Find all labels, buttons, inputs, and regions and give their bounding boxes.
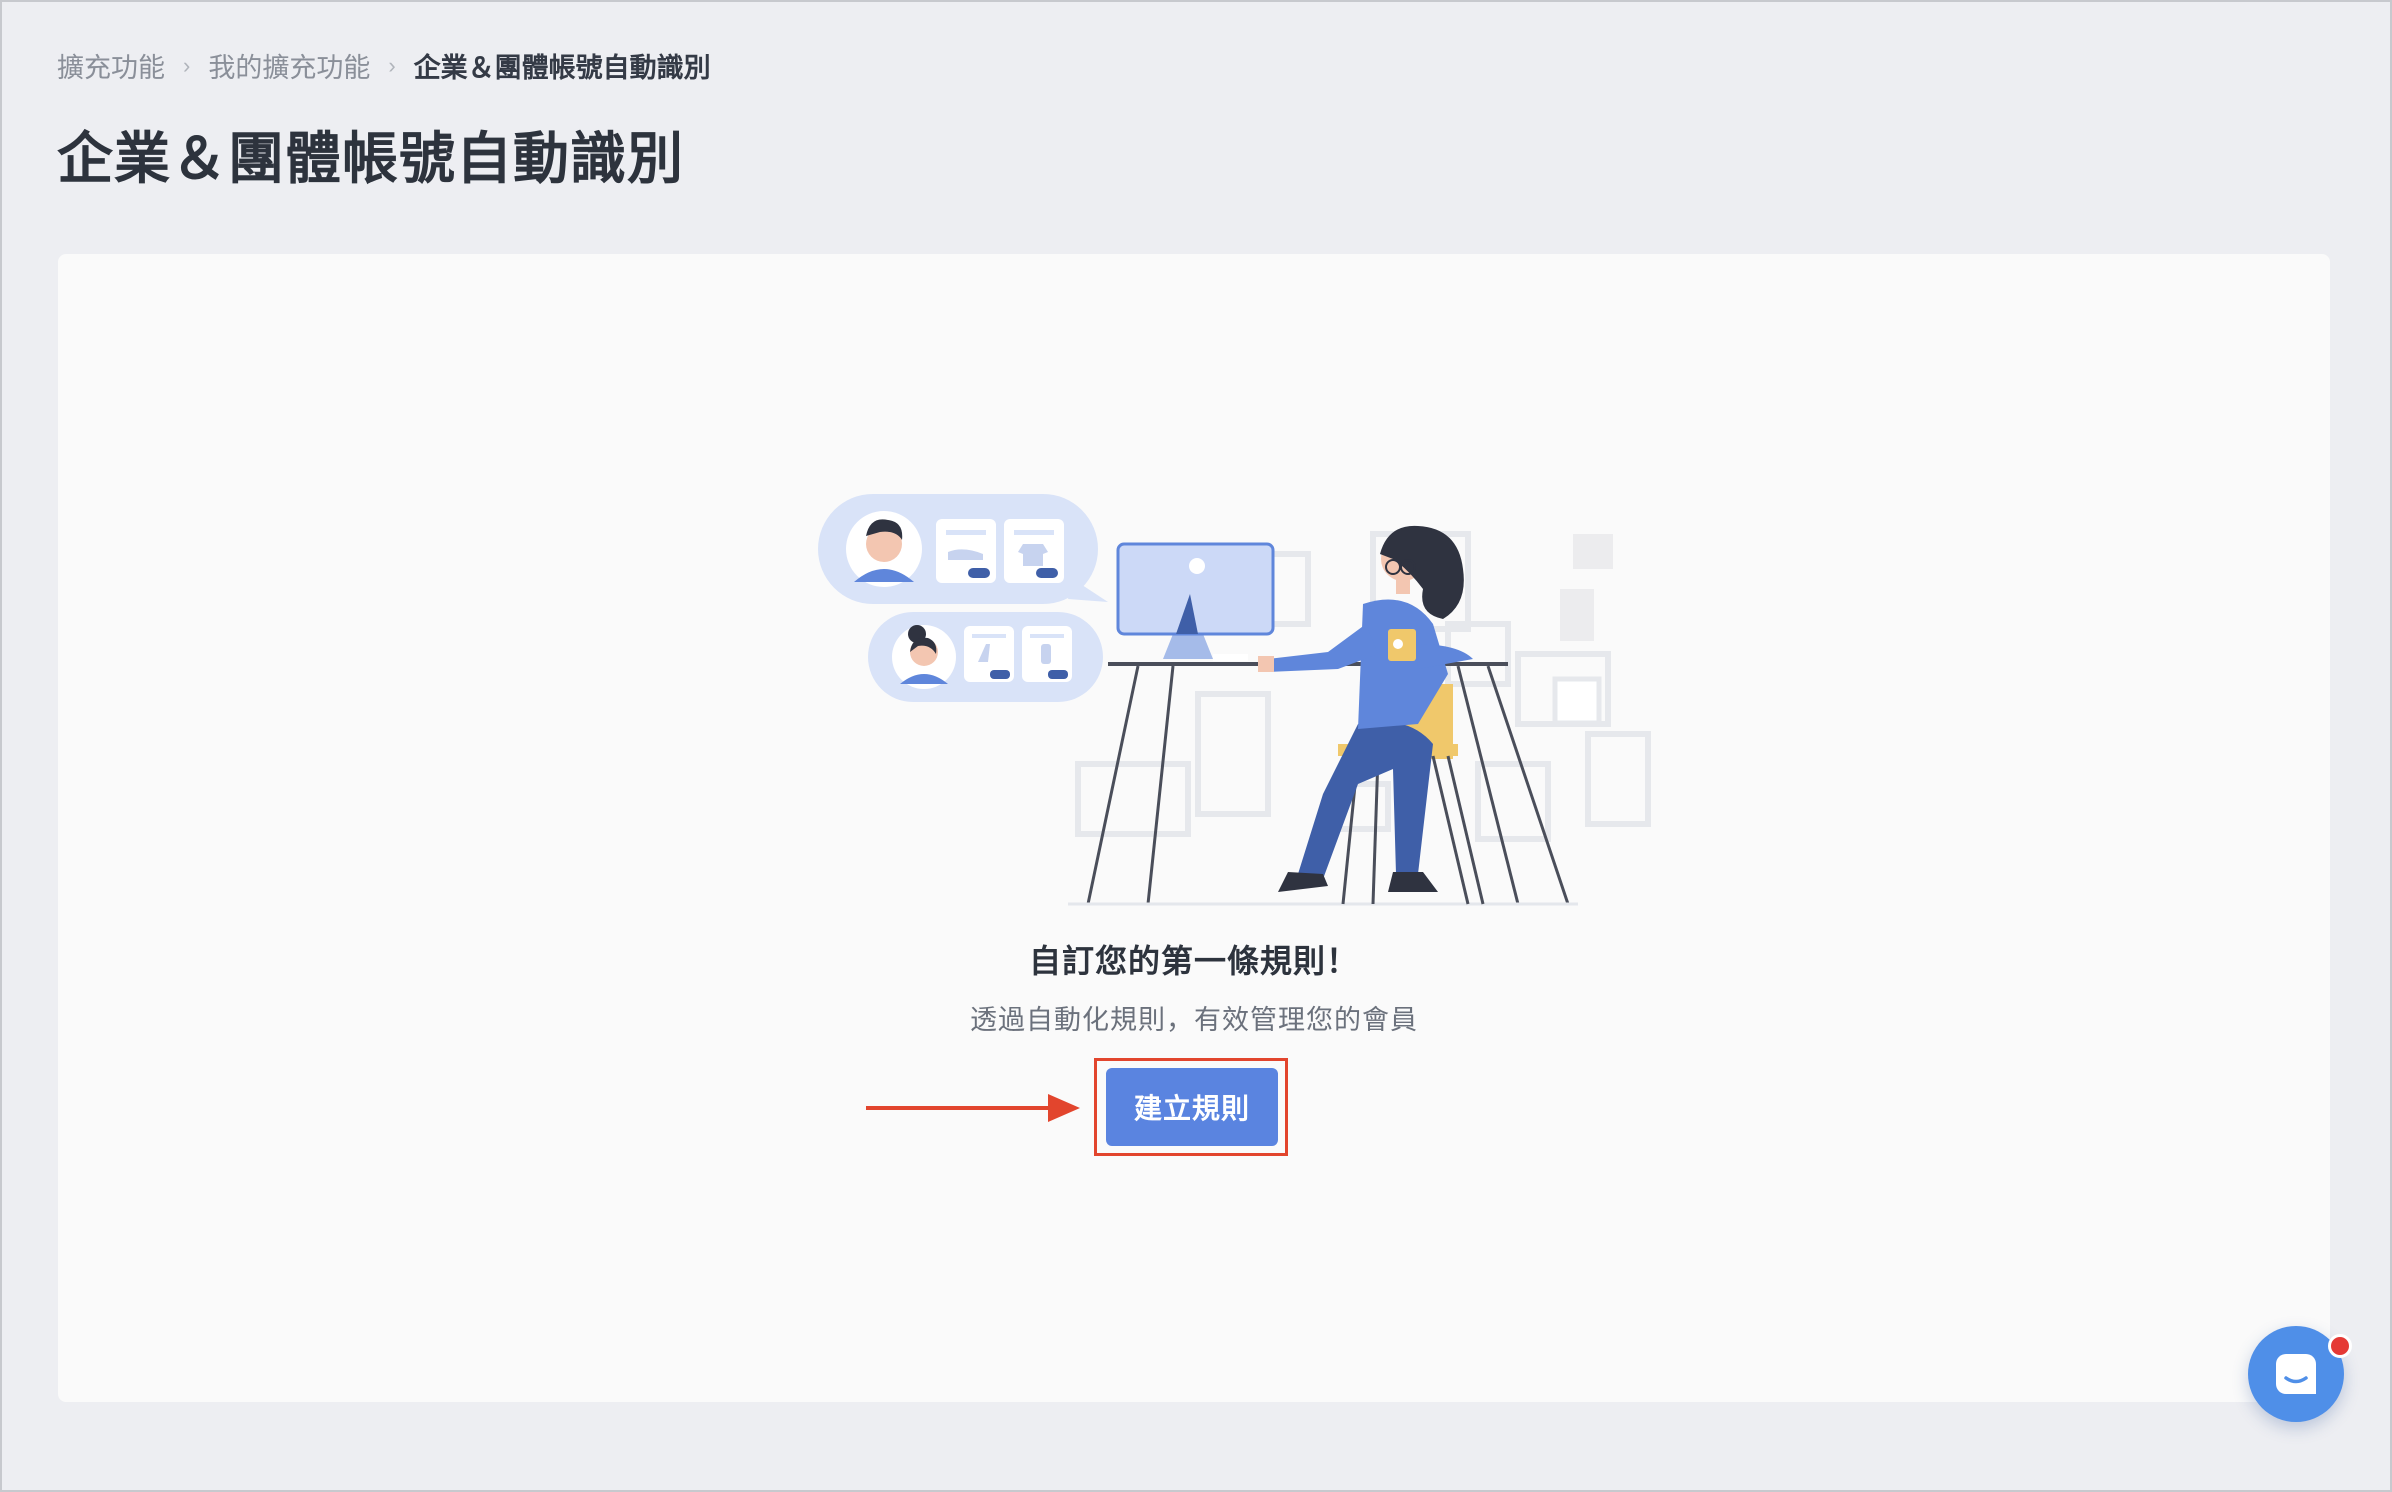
breadcrumb-separator: › <box>388 52 396 78</box>
empty-state-heading: 自訂您的第一條規則！ <box>1028 943 1359 979</box>
chat-bubble-icon <box>2276 1354 2316 1394</box>
breadcrumb-separator: › <box>183 52 191 78</box>
arrow-right-icon <box>866 1094 1080 1122</box>
empty-state-description: 透過自動化規則，有效管理您的會員 <box>970 1005 1418 1035</box>
breadcrumb-item-my-extensions[interactable]: 我的擴充功能 <box>208 46 370 85</box>
page-title: 企業＆團體帳號自動識別 <box>57 127 684 190</box>
breadcrumb-item-current: 企業＆團體帳號自動識別 <box>413 53 711 83</box>
notification-dot <box>2328 1334 2352 1358</box>
breadcrumb: 擴充功能 › 我的擴充功能 › 企業＆團體帳號自動識別 <box>57 46 711 85</box>
person-at-desk-illustration <box>818 494 1651 906</box>
empty-state-card: 自訂您的第一條規則！ 透過自動化規則，有效管理您的會員 建立規則 <box>58 254 2330 1402</box>
breadcrumb-item-extensions[interactable]: 擴充功能 <box>57 46 165 85</box>
create-rule-button[interactable]: 建立規則 <box>1106 1068 1278 1146</box>
